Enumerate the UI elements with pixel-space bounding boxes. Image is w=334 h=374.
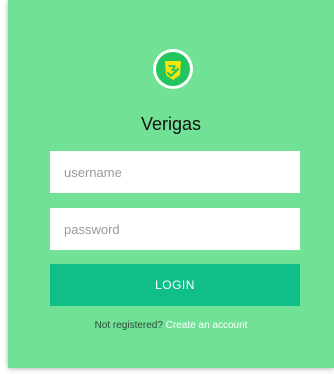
shield-check-icon <box>152 48 194 90</box>
username-input[interactable] <box>50 151 300 193</box>
register-prompt-text: Not registered? <box>94 320 163 331</box>
login-button[interactable]: LOGIN <box>50 264 300 306</box>
password-input[interactable] <box>50 208 300 250</box>
register-prompt: Not registered? Create an account <box>8 320 334 331</box>
login-card: Verigas LOGIN Not registered? Create an … <box>8 0 334 368</box>
create-account-link[interactable]: Create an account <box>166 320 248 331</box>
app-title: Verigas <box>140 114 202 134</box>
